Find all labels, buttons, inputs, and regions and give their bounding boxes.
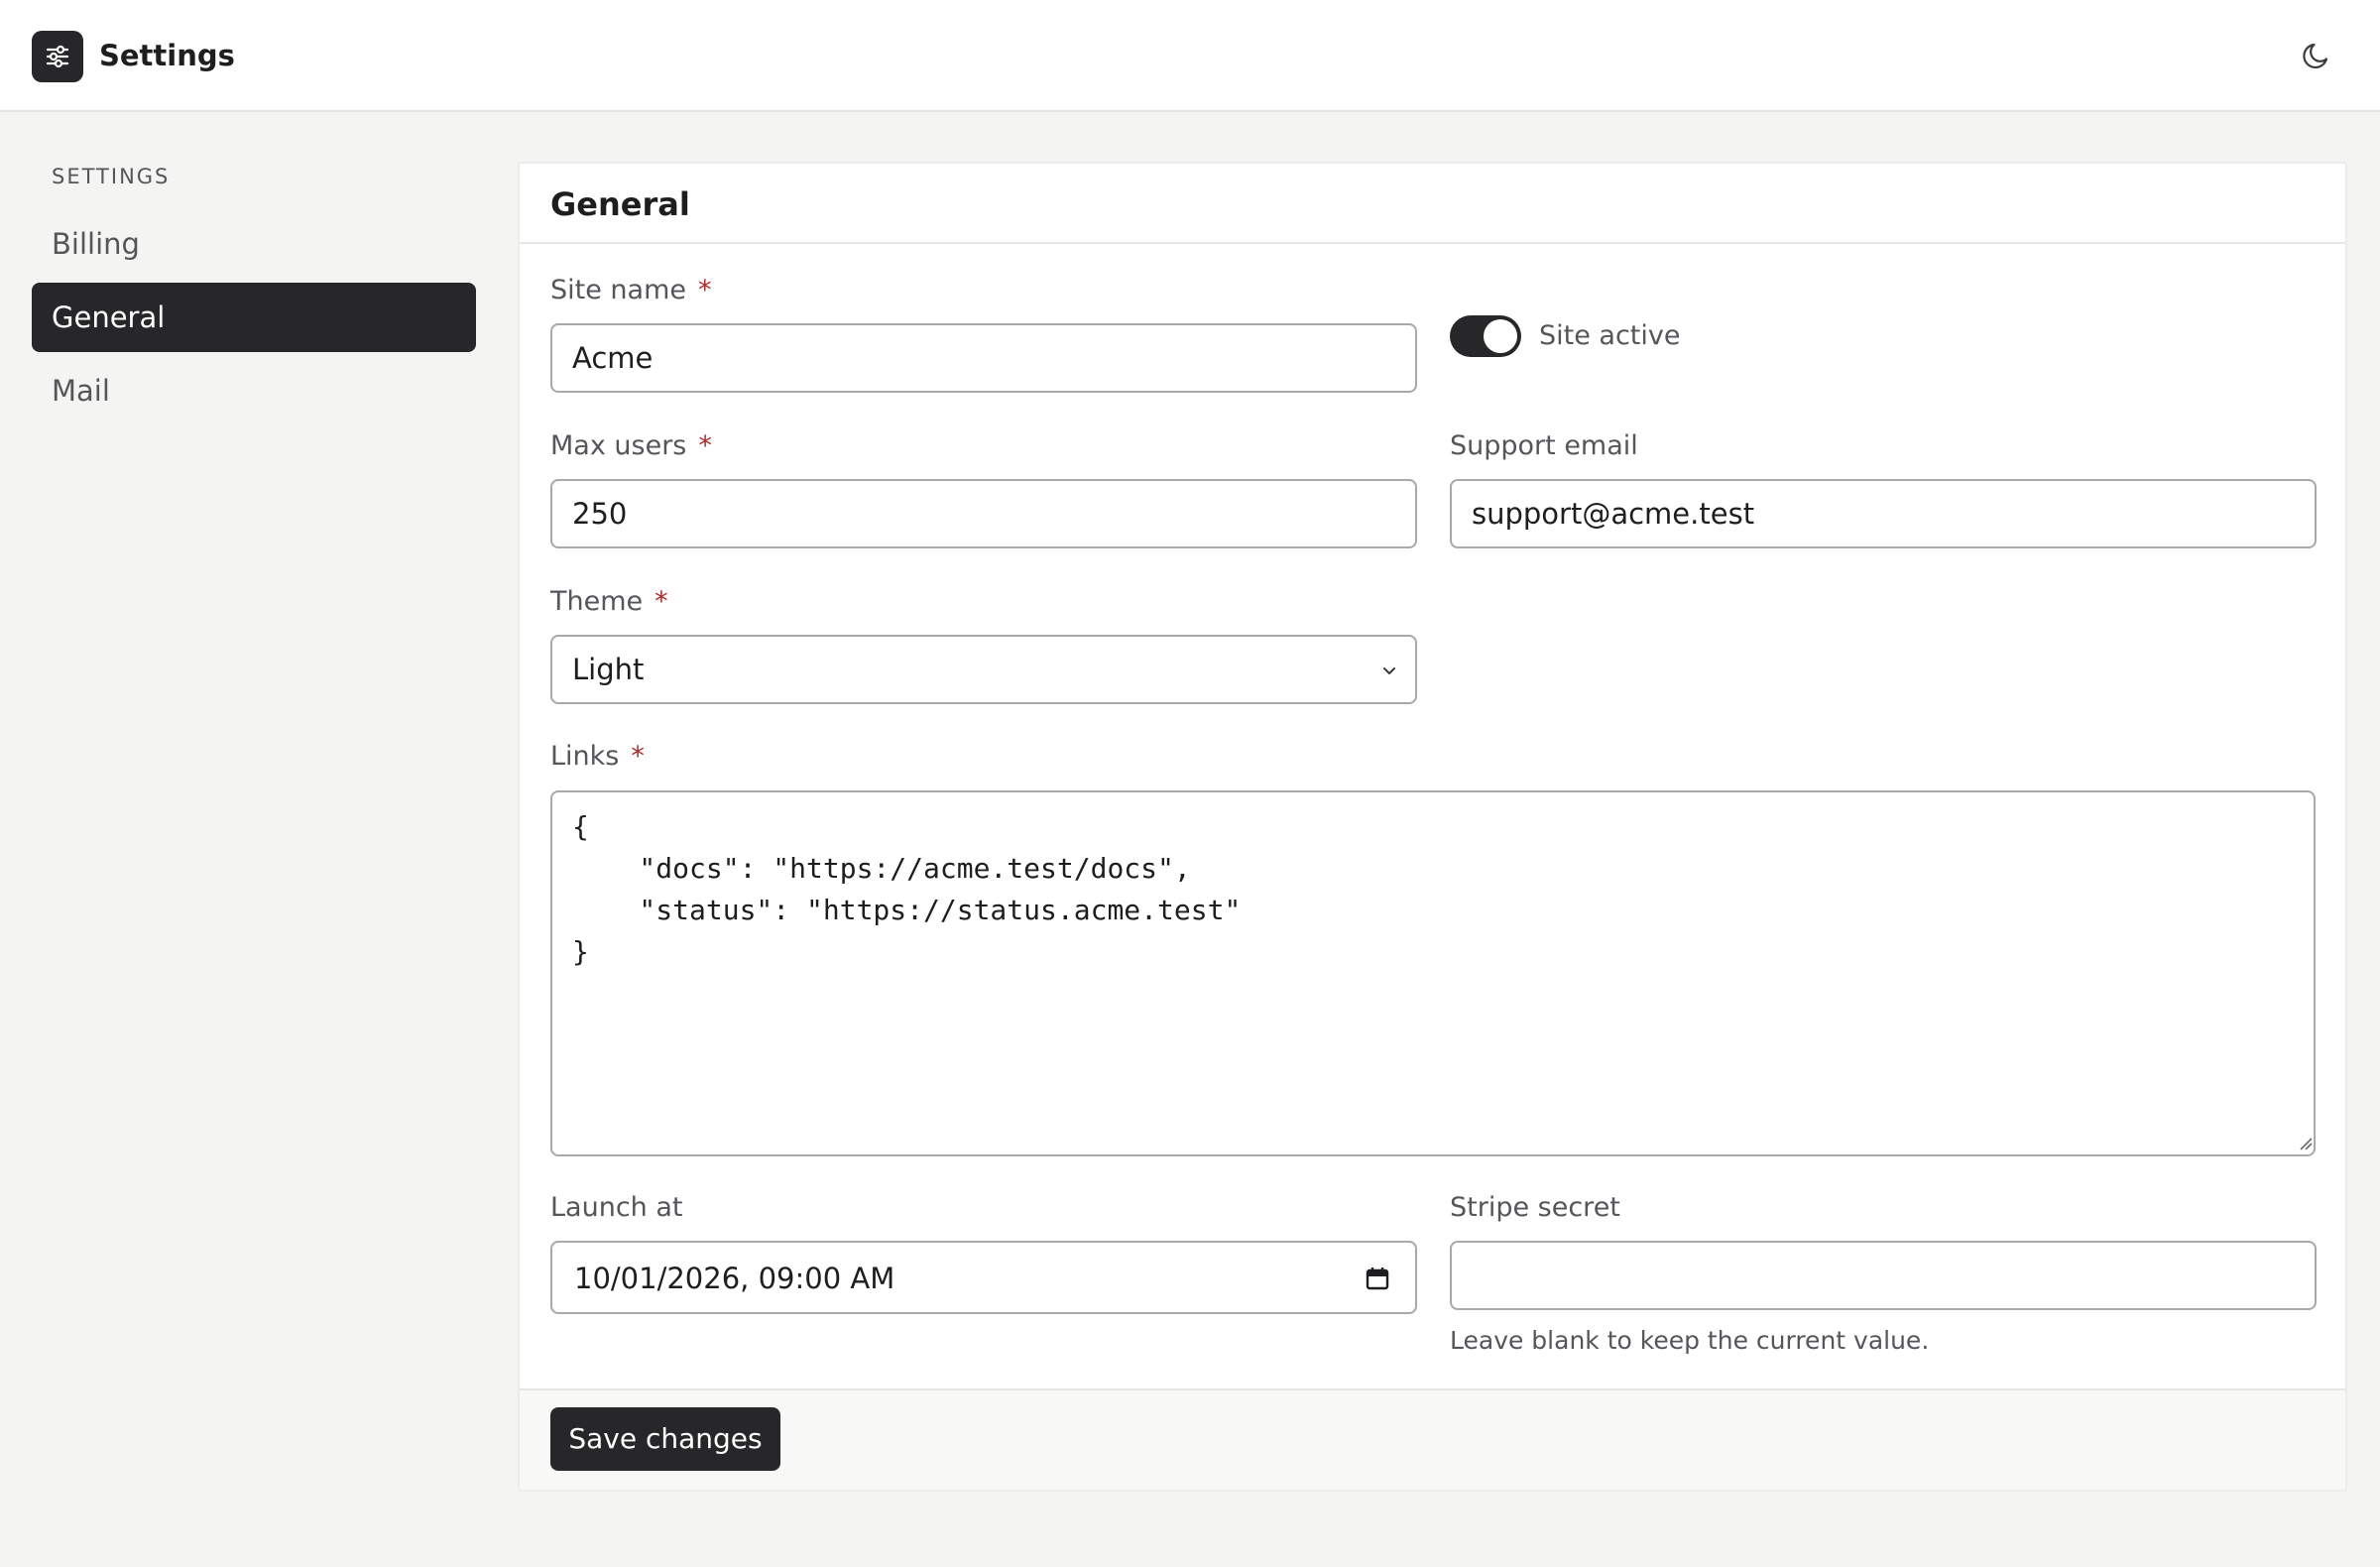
- support-email-label: Support email: [1450, 430, 1638, 461]
- links-label: Links *: [550, 739, 645, 775]
- sidebar-item-mail[interactable]: Mail: [32, 356, 476, 425]
- theme-select[interactable]: Light: [550, 635, 1417, 704]
- panel-footer: Save changes: [520, 1388, 2345, 1490]
- stripe-secret-helper: Leave blank to keep the current value.: [1450, 1326, 1930, 1355]
- required-marker: *: [631, 741, 645, 772]
- required-marker: *: [698, 275, 712, 305]
- panel-header: General: [520, 164, 2345, 244]
- calendar-icon[interactable]: [1364, 1265, 1391, 1296]
- stripe-secret-input[interactable]: [1450, 1241, 2317, 1310]
- theme-label-text: Theme: [550, 586, 644, 617]
- site-active-toggle[interactable]: [1450, 315, 1521, 357]
- app-title: Settings: [99, 39, 235, 72]
- site-name-label: Site name *: [550, 273, 712, 308]
- required-marker: *: [654, 586, 668, 617]
- launch-at-label: Launch at: [550, 1192, 683, 1223]
- save-button[interactable]: Save changes: [550, 1407, 780, 1471]
- max-users-input[interactable]: [550, 479, 1417, 548]
- launch-at-value: 10/01/2026, 09:00 AM: [574, 1262, 895, 1295]
- sidebar-item-billing[interactable]: Billing: [32, 209, 476, 279]
- links-label-text: Links: [550, 741, 620, 772]
- panel-title: General: [550, 185, 690, 223]
- theme-select-value: Light: [572, 653, 645, 686]
- site-name-label-text: Site name: [550, 275, 686, 305]
- sliders-icon: [32, 31, 83, 82]
- sidebar-heading: SETTINGS: [52, 165, 171, 188]
- theme-label: Theme *: [550, 584, 668, 620]
- required-marker: *: [698, 430, 712, 461]
- toggle-knob: [1484, 319, 1517, 353]
- top-bar: Settings: [0, 0, 2380, 112]
- site-active-label: Site active: [1539, 320, 1681, 351]
- sidebar-item-general[interactable]: General: [32, 283, 476, 352]
- max-users-label: Max users *: [550, 428, 712, 464]
- general-settings-panel: General Site name * Site active Max users…: [518, 162, 2347, 1492]
- site-name-input[interactable]: [550, 323, 1417, 393]
- launch-at-input[interactable]: 10/01/2026, 09:00 AM: [550, 1241, 1417, 1314]
- links-textarea[interactable]: { "docs": "https://acme.test/docs", "sta…: [550, 790, 2316, 1156]
- support-email-input[interactable]: [1450, 479, 2317, 548]
- max-users-label-text: Max users: [550, 430, 687, 461]
- resize-handle-icon[interactable]: [2297, 1135, 2313, 1154]
- chevron-down-icon: [1379, 661, 1399, 684]
- moon-icon[interactable]: [2297, 36, 2336, 75]
- stripe-secret-label: Stripe secret: [1450, 1192, 1620, 1223]
